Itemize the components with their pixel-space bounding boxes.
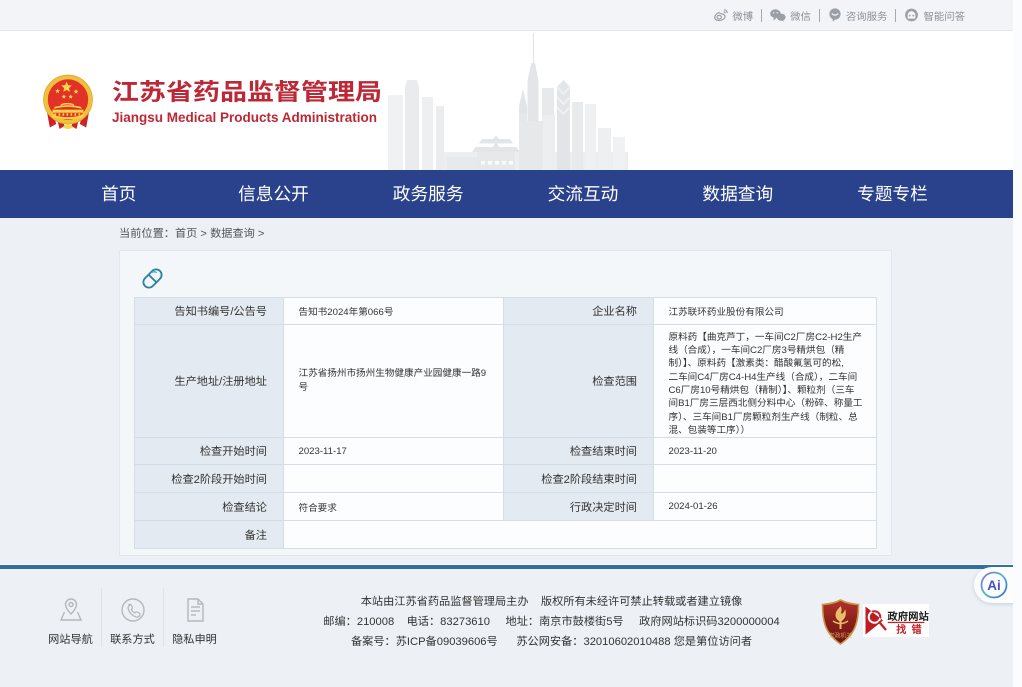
- svg-text:政府网站: 政府网站: [888, 610, 930, 623]
- svg-text:党政机关: 党政机关: [829, 632, 852, 640]
- svg-text:Ai: Ai: [987, 578, 1001, 593]
- svg-text:找错: 找错: [896, 623, 927, 636]
